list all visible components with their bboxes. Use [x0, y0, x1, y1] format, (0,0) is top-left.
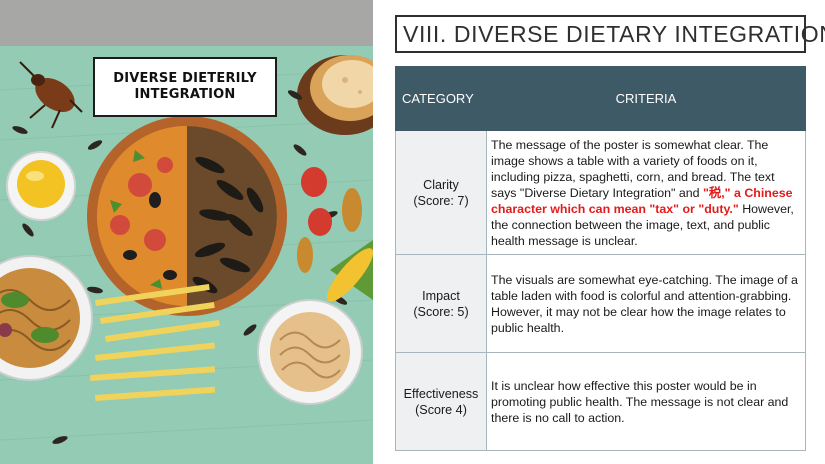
pasta-bowl-right — [257, 299, 363, 405]
category-cell: Effectiveness (Score 4) — [395, 352, 487, 451]
criteria-cell: It is unclear how effective this poster … — [486, 352, 806, 451]
criteria-text: The visuals are somewhat eye-catching. T… — [491, 272, 798, 335]
table-header-row: CATEGORY CRITERIA — [395, 66, 806, 131]
category-label: Effectiveness — [403, 386, 479, 401]
category-score: (Score: 5) — [413, 304, 469, 319]
criteria-cell: The message of the poster is somewhat cl… — [486, 130, 806, 255]
criteria-text: It is unclear how effective this poster … — [491, 378, 789, 425]
category-cell: Clarity (Score: 7) — [395, 130, 487, 255]
small-plate — [6, 151, 76, 221]
table-row-effectiveness: Effectiveness (Score 4) It is unclear ho… — [395, 352, 806, 451]
poster-title-box: DIVERSE DIETERILY INTEGRATION — [93, 57, 277, 117]
criteria-cell: The visuals are somewhat eye-catching. T… — [486, 254, 806, 353]
table-row-impact: Impact (Score: 5) The visuals are somewh… — [395, 254, 806, 353]
poster-title: DIVERSE DIETERILY INTEGRATION — [113, 71, 257, 102]
category-label: Clarity — [423, 177, 459, 192]
table-row-clarity: Clarity (Score: 7) The message of the po… — [395, 130, 806, 255]
pizza-illustration — [87, 116, 287, 316]
header-category: CATEGORY — [395, 66, 487, 131]
evaluation-slide: VIII. DIVERSE DIETARY INTEGRATION CATEGO… — [373, 0, 825, 464]
criteria-table: CATEGORY CRITERIA Clarity (Score: 7) The… — [395, 66, 806, 451]
poster-image: DIVERSE DIETERILY INTEGRATION — [0, 0, 373, 464]
category-score: (Score 4) — [415, 402, 467, 417]
header-criteria: CRITERIA — [486, 66, 806, 131]
category-cell: Impact (Score: 5) — [395, 254, 487, 353]
slide-title: VIII. DIVERSE DIETARY INTEGRATION — [395, 15, 825, 53]
category-score: (Score: 7) — [413, 193, 469, 208]
category-label: Impact — [422, 288, 460, 303]
